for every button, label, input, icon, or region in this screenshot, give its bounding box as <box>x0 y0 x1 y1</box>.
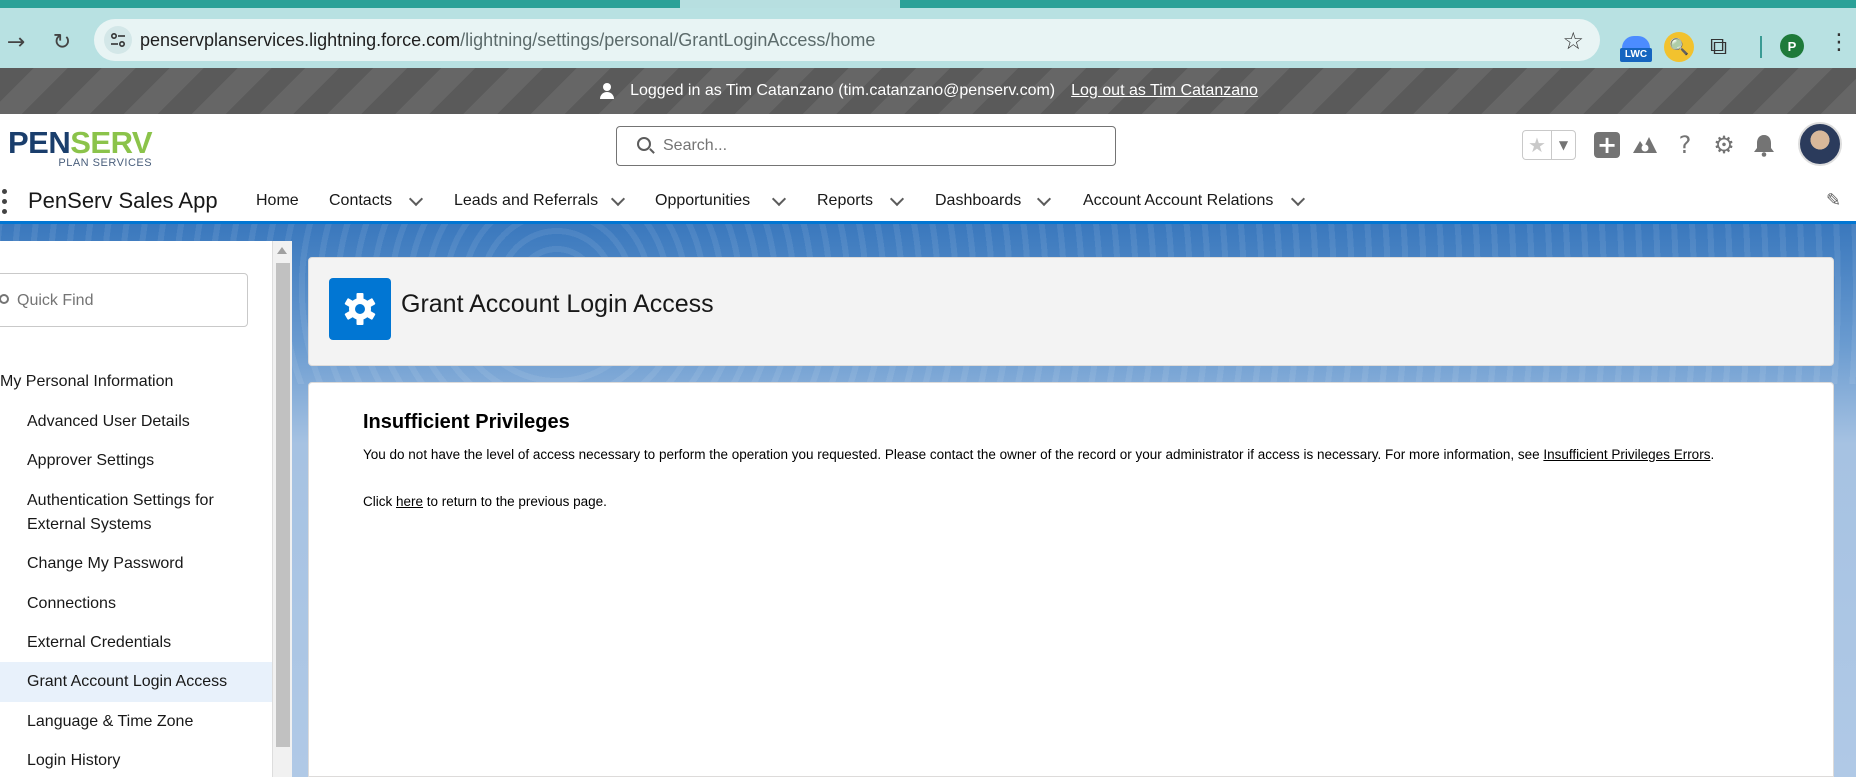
search-icon <box>637 137 651 151</box>
user-icon <box>598 82 616 100</box>
chevron-down-icon[interactable] <box>771 194 785 208</box>
lwc-extension-icon[interactable]: LWC <box>1620 36 1652 64</box>
site-info-icon[interactable] <box>104 26 132 54</box>
sidebar-scrollbar[interactable] <box>272 241 292 777</box>
app-name: PenServ Sales App <box>28 188 218 213</box>
inspector-extension-icon[interactable]: 🔍 <box>1664 32 1694 62</box>
error-title: Insufficient Privileges <box>363 411 570 433</box>
global-actions-button[interactable]: + <box>1592 130 1622 160</box>
help-icon[interactable]: ? <box>1670 130 1700 160</box>
impersonation-banner: Logged in as Tim Catanzano (tim.catanzan… <box>0 68 1856 114</box>
chevron-down-icon[interactable] <box>1036 194 1050 208</box>
sidebar-item-login-history[interactable]: Login History <box>0 749 272 773</box>
app-launcher-icon[interactable] <box>0 188 10 216</box>
url-host: penservplanservices.lightning.force.com <box>140 30 461 50</box>
sidebar-item-external-credentials[interactable]: External Credentials <box>0 631 272 655</box>
profile-avatar[interactable]: P <box>1780 34 1804 58</box>
chevron-down-icon[interactable] <box>1290 194 1304 208</box>
edit-nav-pencil-icon[interactable]: ✎ <box>1826 190 1841 211</box>
return-here-link[interactable]: here <box>396 494 423 509</box>
favorites-group: ★ ▼ <box>1522 130 1576 160</box>
trailhead-icon[interactable] <box>1630 130 1660 160</box>
click-suffix: to return to the previous page. <box>423 494 607 509</box>
nav-item-account-account-relations[interactable]: Account Account Relations <box>1083 192 1273 210</box>
click-prefix: Click <box>363 494 396 509</box>
nav-item-reports[interactable]: Reports <box>817 192 873 210</box>
sidebar-item-approver-settings[interactable]: Approver Settings <box>0 449 272 473</box>
logo-text-pen: PEN <box>8 125 71 160</box>
chevron-down-icon[interactable] <box>610 194 624 208</box>
quick-find-input[interactable] <box>17 290 237 312</box>
error-message-text: You do not have the level of access nece… <box>363 447 1544 462</box>
browser-tab[interactable] <box>900 0 1856 8</box>
search-icon <box>0 294 9 304</box>
notifications-bell-icon[interactable] <box>1749 130 1779 160</box>
nav-item-opportunities[interactable]: Opportunities <box>655 192 750 210</box>
global-header: PENSERV PLAN SERVICES ★ ▼ + ? ⚙ <box>0 114 1856 180</box>
address-bar[interactable]: penservplanservices.lightning.force.com/… <box>94 19 1600 61</box>
error-message-end: . <box>1710 447 1715 462</box>
sidebar-item-grant-account-login-access[interactable]: Grant Account Login Access <box>0 662 272 702</box>
penserv-logo[interactable]: PENSERV PLAN SERVICES <box>8 125 153 169</box>
quick-find[interactable] <box>0 273 248 327</box>
global-search[interactable] <box>616 126 1116 166</box>
impersonation-message: Logged in as Tim Catanzano (tim.catanzan… <box>630 82 1056 99</box>
page-header: Grant Account Login Access <box>308 257 1834 366</box>
logout-as-user-link[interactable]: Log out as Tim Catanzano <box>1071 82 1258 100</box>
sidebar-item-advanced-user-details[interactable]: Advanced User Details <box>0 410 272 434</box>
nav-item-home[interactable]: Home <box>256 192 299 210</box>
setup-gear-icon[interactable]: ⚙ <box>1709 130 1739 160</box>
browser-menu-icon[interactable]: ⋮ <box>1828 30 1850 55</box>
url-text[interactable]: penservplanservices.lightning.force.com/… <box>140 30 875 51</box>
chevron-down-icon[interactable] <box>408 194 422 208</box>
extensions-puzzle-icon[interactable]: ⧉ <box>1710 32 1740 62</box>
chevron-down-icon[interactable] <box>889 194 903 208</box>
nav-item-leads-and-referrals[interactable]: Leads and Referrals <box>454 192 598 210</box>
browser-tab-strip <box>0 0 1856 8</box>
favorites-menu-chevron-icon[interactable]: ▼ <box>1551 131 1575 159</box>
insufficient-privileges-errors-link[interactable]: Insufficient Privileges Errors <box>1543 447 1710 462</box>
tree-section-my-personal-information[interactable]: My Personal Information <box>0 373 173 391</box>
lwc-extension-label: LWC <box>1620 48 1652 62</box>
favorite-star-icon[interactable]: ★ <box>1523 131 1551 159</box>
sidebar-item-authentication-settings[interactable]: Authentication Settings for External Sys… <box>0 489 272 537</box>
global-search-input[interactable] <box>663 135 1093 157</box>
plus-icon: + <box>1594 132 1620 158</box>
user-avatar[interactable] <box>1798 122 1842 166</box>
return-instructions: Click here to return to the previous pag… <box>363 494 607 509</box>
error-message: You do not have the level of access nece… <box>363 447 1783 463</box>
page-title: Grant Account Login Access <box>401 290 714 318</box>
nav-item-contacts[interactable]: Contacts <box>329 192 392 210</box>
toolbar-divider <box>1760 36 1762 58</box>
setup-sidebar: My Personal Information Advanced User De… <box>0 241 292 777</box>
scrollbar-thumb[interactable] <box>276 263 290 747</box>
sidebar-item-connections[interactable]: Connections <box>0 592 272 616</box>
browser-tab[interactable] <box>0 0 680 8</box>
reload-icon[interactable]: ↻ <box>50 30 74 55</box>
sidebar-item-language-time-zone[interactable]: Language & Time Zone <box>0 710 272 734</box>
nav-item-dashboards[interactable]: Dashboards <box>935 192 1021 210</box>
browser-toolbar: → ↻ penservplanservices.lightning.force.… <box>0 8 1856 68</box>
sidebar-item-change-my-password[interactable]: Change My Password <box>0 552 272 576</box>
error-panel: Insufficient Privileges You do not have … <box>308 382 1834 777</box>
url-path: /lightning/settings/personal/GrantLoginA… <box>460 30 876 50</box>
logo-text-serv: SERV <box>70 125 153 160</box>
forward-icon[interactable]: → <box>4 30 28 55</box>
app-navigation: PenServ Sales App Home Contacts Leads an… <box>0 180 1856 224</box>
bookmark-star-icon[interactable]: ☆ <box>1562 27 1584 55</box>
scroll-up-arrow-icon[interactable] <box>277 247 287 254</box>
setup-gear-icon <box>329 278 391 340</box>
